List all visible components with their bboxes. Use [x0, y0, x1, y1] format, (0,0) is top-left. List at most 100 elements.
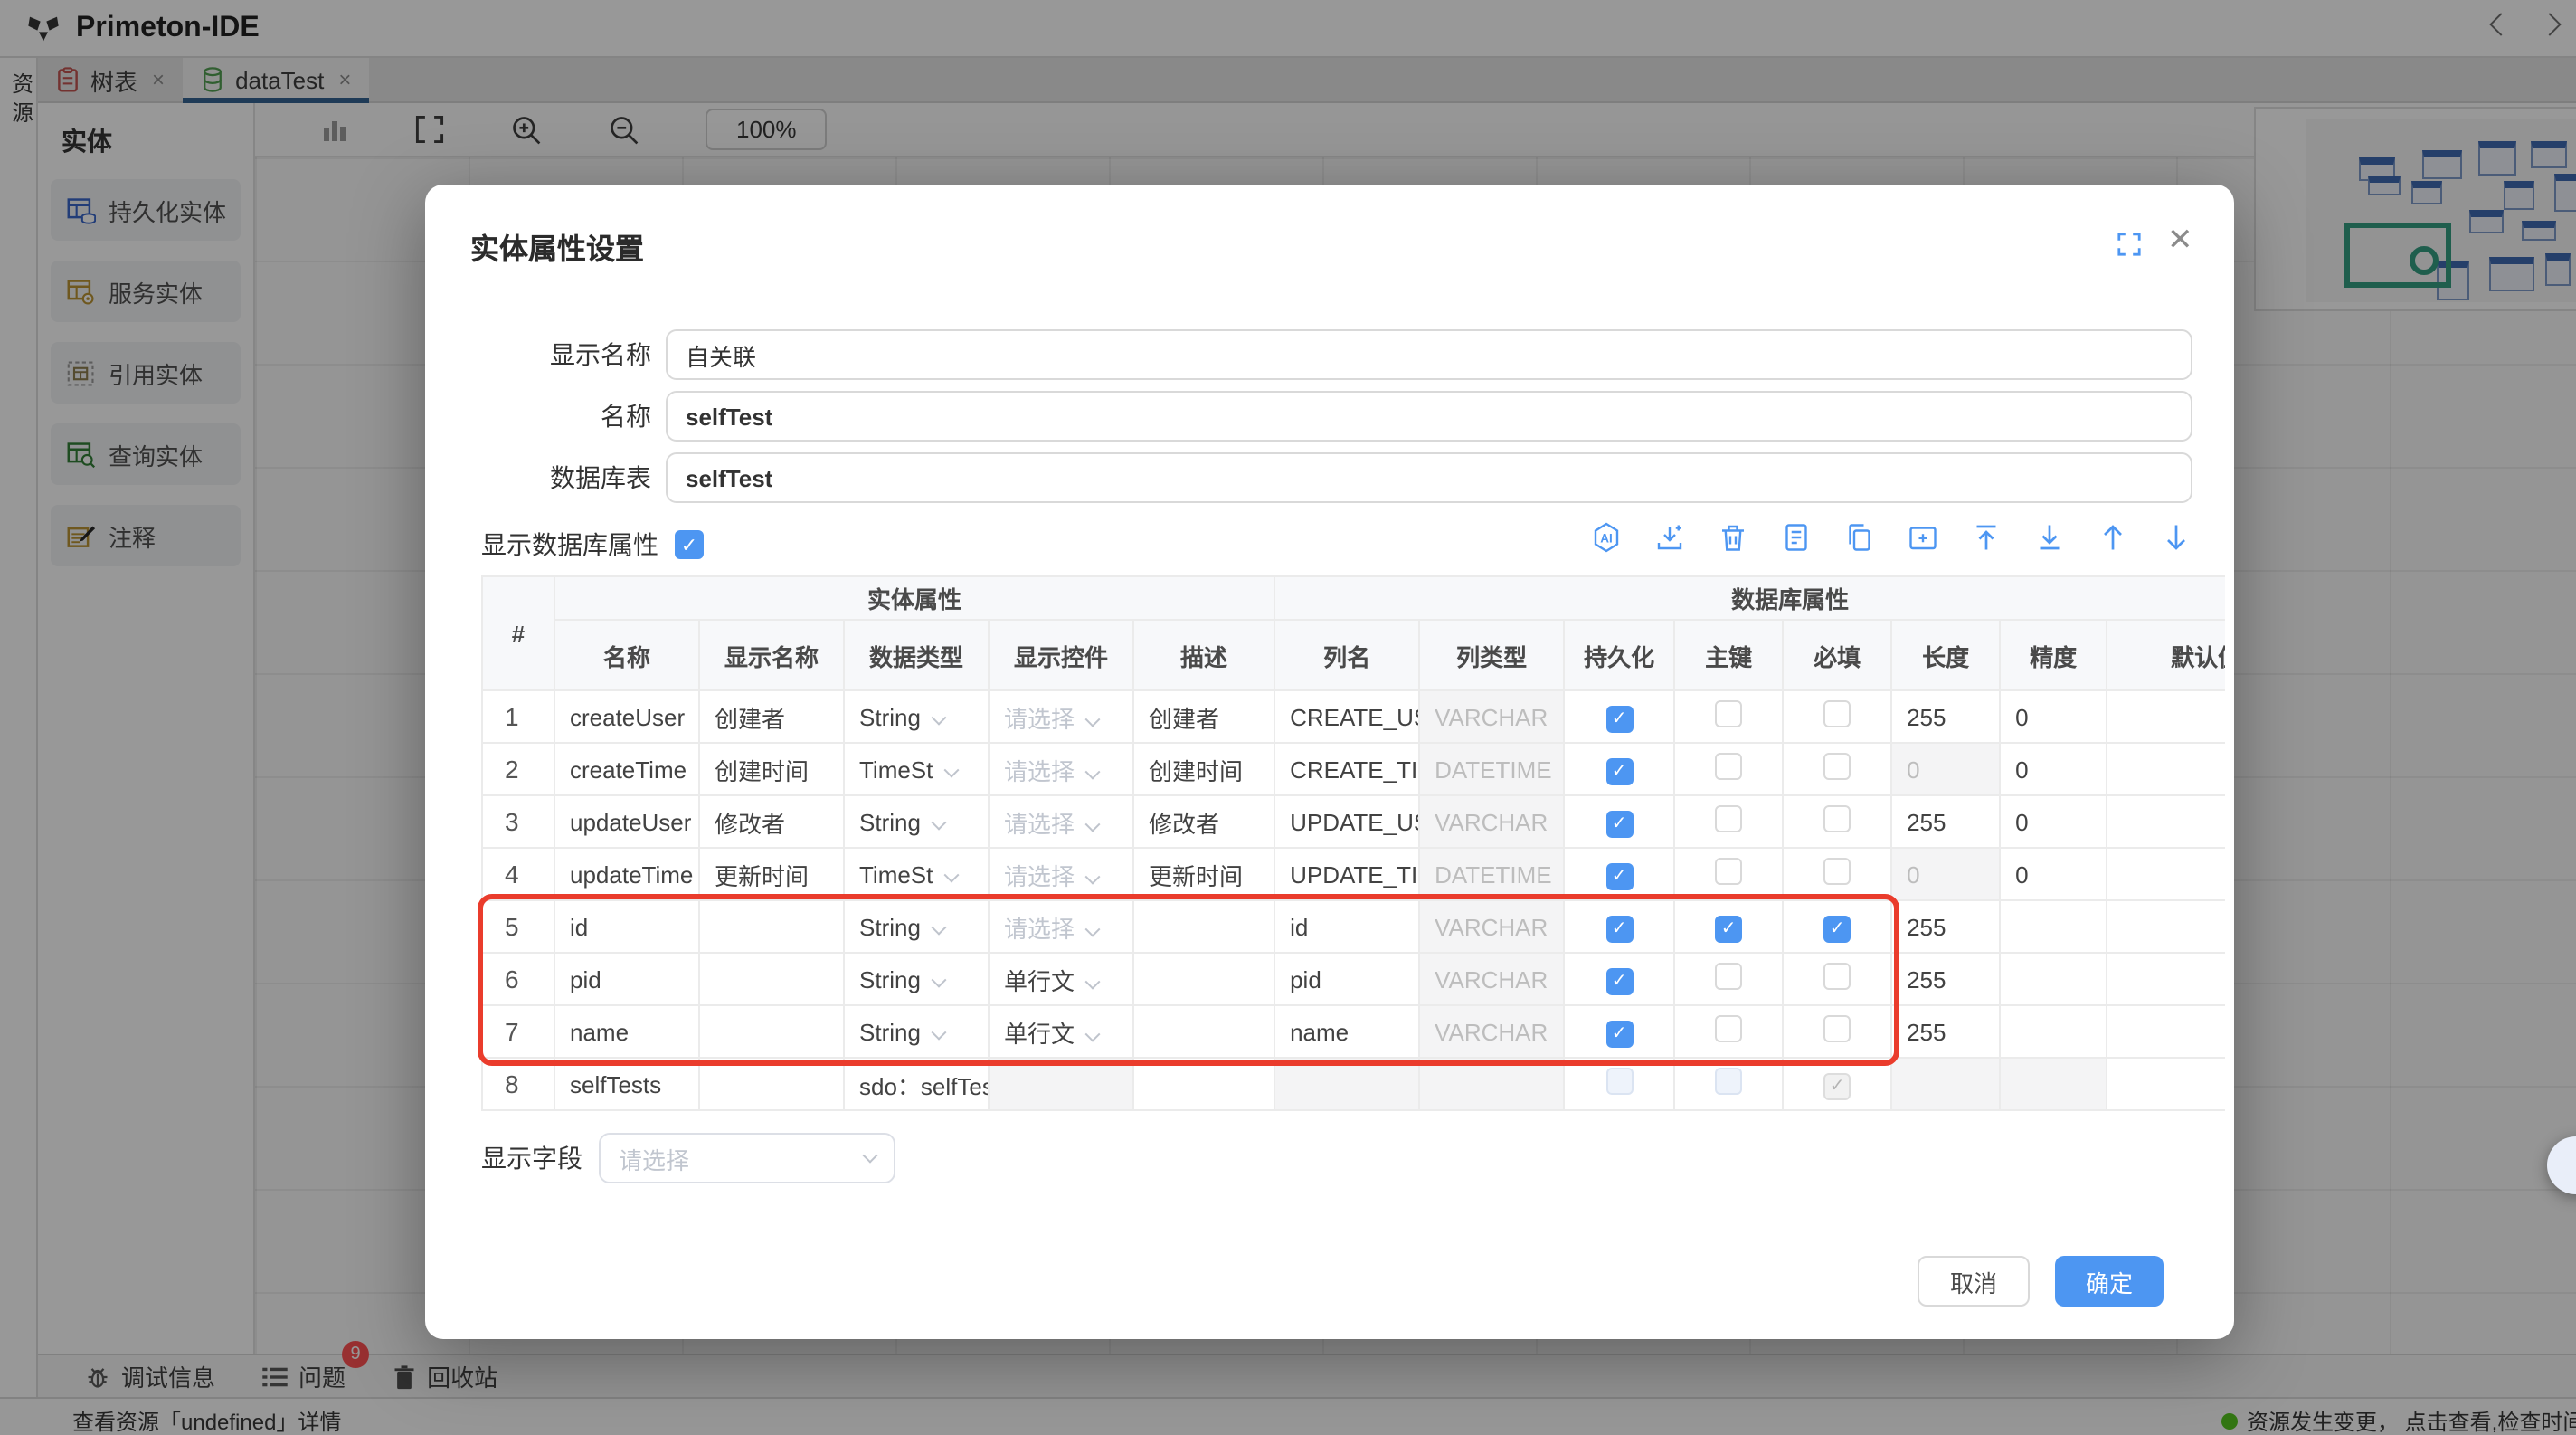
cell-display_name[interactable]: 修改者: [699, 795, 844, 848]
move-up-icon[interactable]: [2097, 521, 2129, 554]
required-checkbox[interactable]: [1823, 1015, 1851, 1042]
persist-checkbox[interactable]: ✓: [1605, 1020, 1633, 1047]
cell-length[interactable]: 255: [1891, 900, 2000, 953]
detail-icon[interactable]: [1780, 521, 1813, 554]
primary_key-checkbox[interactable]: [1715, 753, 1742, 780]
persist-checkbox[interactable]: ✓: [1605, 967, 1633, 994]
cell-data_type[interactable]: String: [844, 900, 989, 953]
cell-column_name[interactable]: name: [1274, 1005, 1419, 1058]
cell-data_type[interactable]: String: [844, 795, 989, 848]
cell-default_value[interactable]: [2107, 1005, 2225, 1058]
cell-control[interactable]: [989, 1058, 1133, 1110]
cell-display_name[interactable]: [699, 1005, 844, 1058]
cell-column_type[interactable]: VARCHAR: [1419, 795, 1564, 848]
cell-column_type[interactable]: VARCHAR: [1419, 1005, 1564, 1058]
cell-desc[interactable]: 创建时间: [1133, 743, 1274, 795]
cell-data_type[interactable]: sdo：selfTests: [844, 1058, 989, 1110]
persist-checkbox[interactable]: ✓: [1605, 757, 1633, 784]
required-checkbox[interactable]: [1823, 805, 1851, 832]
cell-name[interactable]: createUser: [554, 690, 699, 743]
cell-name[interactable]: updateTime: [554, 848, 699, 900]
cell-column_name[interactable]: CREATE_TIME: [1274, 743, 1419, 795]
cell-precision[interactable]: [2000, 953, 2107, 1005]
cell-name[interactable]: id: [554, 900, 699, 953]
cell-default_value[interactable]: [2107, 1058, 2225, 1110]
cell-control[interactable]: 请选择: [989, 900, 1133, 953]
cell-column_name[interactable]: [1274, 1058, 1419, 1110]
cell-desc[interactable]: 创建者: [1133, 690, 1274, 743]
cell-default_value[interactable]: [2107, 743, 2225, 795]
db-table-input[interactable]: [666, 452, 2192, 503]
cell-display_name[interactable]: [699, 1058, 844, 1110]
ok-button[interactable]: 确定: [2055, 1256, 2164, 1307]
persist-checkbox[interactable]: ✓: [1605, 705, 1633, 732]
cell-column_name[interactable]: pid: [1274, 953, 1419, 1005]
cell-name[interactable]: name: [554, 1005, 699, 1058]
cell-data_type[interactable]: String: [844, 953, 989, 1005]
cell-length[interactable]: 0: [1891, 743, 2000, 795]
cell-name[interactable]: selfTests: [554, 1058, 699, 1110]
primary_key-checkbox[interactable]: [1715, 1015, 1742, 1042]
required-checkbox[interactable]: [1823, 963, 1851, 990]
cell-length[interactable]: 255: [1891, 795, 2000, 848]
cell-precision[interactable]: 0: [2000, 795, 2107, 848]
cell-precision[interactable]: [2000, 900, 2107, 953]
dialog-maximize-icon[interactable]: [2117, 232, 2142, 257]
cell-column_type[interactable]: VARCHAR: [1419, 953, 1564, 1005]
cell-column_type[interactable]: [1419, 1058, 1564, 1110]
cancel-button[interactable]: 取消: [1918, 1256, 2030, 1307]
cell-column_type[interactable]: VARCHAR: [1419, 690, 1564, 743]
cell-precision[interactable]: 0: [2000, 743, 2107, 795]
display-name-input[interactable]: [666, 329, 2192, 380]
cell-default_value[interactable]: [2107, 848, 2225, 900]
copy-icon[interactable]: [1843, 521, 1876, 554]
required-checkbox[interactable]: ✓: [1823, 915, 1851, 942]
cell-display_name[interactable]: [699, 953, 844, 1005]
delete-icon[interactable]: [1717, 521, 1749, 554]
name-input[interactable]: [666, 391, 2192, 442]
cell-precision[interactable]: [2000, 1058, 2107, 1110]
cell-control[interactable]: 请选择: [989, 690, 1133, 743]
cell-data_type[interactable]: String: [844, 1005, 989, 1058]
primary_key-checkbox[interactable]: ✓: [1715, 915, 1742, 942]
dialog-close-icon[interactable]: ✕: [2167, 223, 2193, 259]
cell-control[interactable]: 单行文: [989, 1005, 1133, 1058]
import-icon[interactable]: [1653, 521, 1686, 554]
cell-control[interactable]: 请选择: [989, 848, 1133, 900]
cell-data_type[interactable]: String: [844, 690, 989, 743]
cell-precision[interactable]: 0: [2000, 848, 2107, 900]
cell-column_name[interactable]: CREATE_USER: [1274, 690, 1419, 743]
cell-precision[interactable]: 0: [2000, 690, 2107, 743]
move-bottom-icon[interactable]: [2033, 521, 2066, 554]
cell-length[interactable]: [1891, 1058, 2000, 1110]
cell-display_name[interactable]: [699, 900, 844, 953]
required-checkbox[interactable]: [1823, 700, 1851, 727]
persist-checkbox[interactable]: ✓: [1605, 915, 1633, 942]
cell-desc[interactable]: 更新时间: [1133, 848, 1274, 900]
cell-desc[interactable]: [1133, 1005, 1274, 1058]
cell-length[interactable]: 0: [1891, 848, 2000, 900]
move-down-icon[interactable]: [2160, 521, 2192, 554]
cell-default_value[interactable]: [2107, 690, 2225, 743]
cell-desc[interactable]: [1133, 900, 1274, 953]
cell-control[interactable]: 单行文: [989, 953, 1133, 1005]
cell-column_type[interactable]: DATETIME: [1419, 743, 1564, 795]
primary_key-checkbox[interactable]: [1715, 963, 1742, 990]
primary_key-checkbox[interactable]: [1715, 858, 1742, 885]
add-child-icon[interactable]: [1907, 521, 1939, 554]
primary_key-checkbox[interactable]: [1715, 805, 1742, 832]
cell-column_name[interactable]: UPDATE_TIME: [1274, 848, 1419, 900]
cell-data_type[interactable]: TimeSt: [844, 848, 989, 900]
cell-control[interactable]: 请选择: [989, 743, 1133, 795]
cell-column_type[interactable]: VARCHAR: [1419, 900, 1564, 953]
cell-column_name[interactable]: UPDATE_USER: [1274, 795, 1419, 848]
cell-name[interactable]: createTime: [554, 743, 699, 795]
cell-name[interactable]: pid: [554, 953, 699, 1005]
cell-default_value[interactable]: [2107, 795, 2225, 848]
cell-default_value[interactable]: [2107, 953, 2225, 1005]
persist-checkbox[interactable]: ✓: [1605, 862, 1633, 889]
cell-desc[interactable]: [1133, 1058, 1274, 1110]
cell-column_name[interactable]: id: [1274, 900, 1419, 953]
move-top-icon[interactable]: [1970, 521, 2003, 554]
persist-checkbox[interactable]: ✓: [1605, 810, 1633, 837]
